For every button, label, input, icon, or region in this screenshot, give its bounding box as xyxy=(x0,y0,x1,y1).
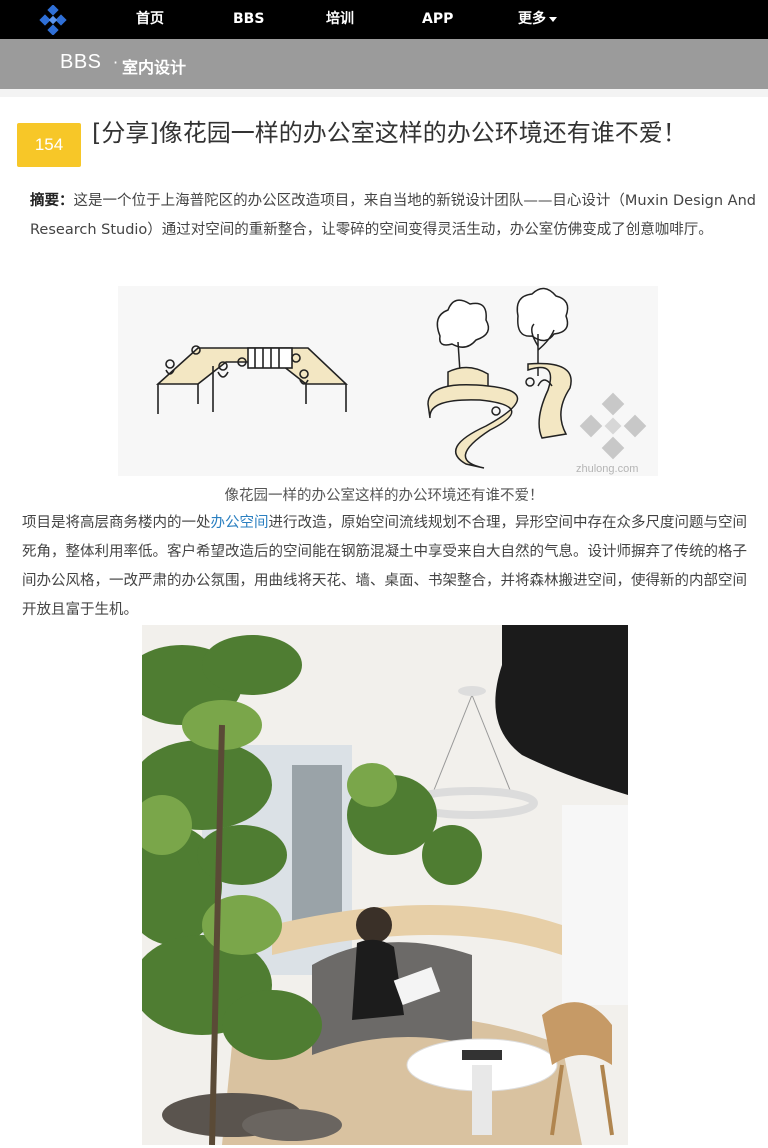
diamond-logo-icon[interactable] xyxy=(38,5,68,35)
section-separator: · xyxy=(113,53,119,72)
body-text-1: 项目是将高层商务楼内的一处 xyxy=(22,515,211,531)
nav-more[interactable]: 更多 xyxy=(518,0,557,39)
post-body: 项目是将高层商务楼内的一处办公空间进行改造，原始空间流线规划不合理，异形空间中存… xyxy=(22,509,752,625)
reply-count-badge: 154 xyxy=(17,123,81,167)
sketch-image: zhulong.com xyxy=(118,286,658,476)
nav-home[interactable]: 首页 xyxy=(136,0,164,39)
office-photo-illustration xyxy=(142,625,628,1145)
section-header: BBS · 室内设计 xyxy=(0,39,768,89)
nav-bbs[interactable]: BBS xyxy=(233,0,264,39)
post-summary: 摘要：这是一个位于上海普陀区的办公区改造项目，来自当地的新锐设计团队——目心设计… xyxy=(30,187,756,245)
nav-app[interactable]: APP xyxy=(422,0,453,39)
sketch-illustration: zhulong.com xyxy=(155,287,647,475)
office-photo xyxy=(142,625,628,1145)
section-category[interactable]: 室内设计 xyxy=(122,54,186,78)
nav-more-label: 更多 xyxy=(518,11,546,27)
summary-text: 这是一个位于上海普陀区的办公区改造项目，来自当地的新锐设计团队——目心设计（Mu… xyxy=(30,193,756,238)
image-caption: 像花园一样的办公室这样的办公环境还有谁不爱！ xyxy=(224,488,544,504)
office-space-link[interactable]: 办公空间 xyxy=(211,515,269,531)
section-site-name[interactable]: BBS xyxy=(60,51,102,74)
header-divider xyxy=(0,89,768,97)
caret-down-icon xyxy=(549,16,557,22)
summary-label: 摘要： xyxy=(30,193,74,209)
watermark-text: zhulong.com xyxy=(576,463,638,475)
top-navbar: 首页 BBS 培训 APP 更多 xyxy=(0,0,768,39)
nav-training[interactable]: 培训 xyxy=(326,0,354,39)
post-title: [分享]像花园一样的办公室这样的办公环境还有谁不爱！ xyxy=(92,119,687,147)
